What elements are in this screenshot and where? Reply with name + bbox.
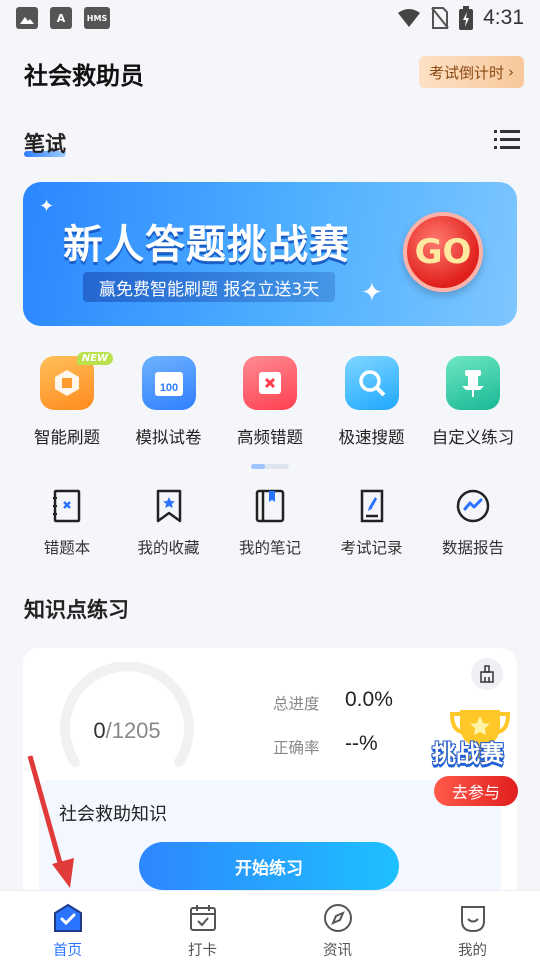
frequent-mistakes-icon xyxy=(243,356,297,410)
custom-practice-icon xyxy=(446,356,500,410)
progress-count: 0/1205 xyxy=(77,718,177,744)
tool-favorites[interactable]: 我的收藏 xyxy=(119,488,219,558)
chevron-right-icon: › xyxy=(508,63,514,81)
banner-title: 新人答题挑战赛 xyxy=(63,222,350,268)
section-title: 笔试 xyxy=(24,132,66,156)
data-report-icon xyxy=(456,489,490,523)
exam-countdown-button[interactable]: 考试倒计时 › xyxy=(418,56,524,88)
tool-label: 错题本 xyxy=(43,539,91,557)
feature-label: 高频错题 xyxy=(237,428,303,447)
tool-exam-record[interactable]: 考试记录 xyxy=(322,488,422,558)
tool-label: 考试记录 xyxy=(340,539,403,557)
go-button[interactable]: GO xyxy=(403,212,483,292)
mistake-book-icon xyxy=(53,489,81,523)
challenge-float[interactable]: 挑战赛 去参与 xyxy=(428,706,536,810)
tool-mistake-book[interactable]: 错题本 xyxy=(17,488,117,558)
tool-data-report[interactable]: 数据报告 xyxy=(423,488,523,558)
feature-frequent-mistakes[interactable]: 高频错题 xyxy=(220,356,320,448)
join-challenge-button[interactable]: 去参与 xyxy=(434,776,518,806)
status-bar: A HMS 4:31 xyxy=(0,0,540,36)
nav-news[interactable]: 资讯 xyxy=(288,903,388,960)
sparkle-icon: ✦ xyxy=(361,278,383,308)
nav-label: 打卡 xyxy=(188,943,217,959)
sparkle-icon: ✦ xyxy=(39,196,55,217)
banner-subtitle: 赢免费智能刷题 报名立送3天 xyxy=(83,272,336,302)
nav-label: 首页 xyxy=(53,943,82,959)
exam-countdown-label: 考试倒计时 xyxy=(428,63,504,82)
compass-icon xyxy=(323,904,352,932)
profile-icon xyxy=(460,906,485,933)
favorites-icon xyxy=(156,489,181,523)
bottom-nav: 首页 打卡 资讯 我的 xyxy=(0,890,540,960)
exam-record-icon xyxy=(360,489,383,523)
hms-icon: HMS xyxy=(84,7,110,29)
knowledge-section-title: 知识点练习 xyxy=(24,598,129,622)
home-icon xyxy=(53,903,82,932)
tool-row: 错题本 我的收藏 我的笔记 考试记录 数据报告 xyxy=(17,488,523,558)
notes-icon xyxy=(255,489,285,523)
feature-label: 模拟试卷 xyxy=(135,428,202,447)
nav-label: 资讯 xyxy=(323,943,352,959)
annotation-arrow xyxy=(27,755,74,888)
feature-mock-exam[interactable]: 100 模拟试卷 xyxy=(119,356,219,448)
feature-quick-search[interactable]: 极速搜题 xyxy=(322,356,422,448)
nav-label: 我的 xyxy=(458,943,487,959)
clear-progress-button[interactable] xyxy=(471,658,503,690)
tool-notes[interactable]: 我的笔记 xyxy=(220,488,320,558)
a-icon: A xyxy=(50,7,72,29)
tool-label: 我的收藏 xyxy=(137,539,200,557)
done-count: 0 xyxy=(93,718,106,743)
app-title: 社会救助员 xyxy=(24,62,144,90)
no-sim-icon xyxy=(431,7,449,29)
battery-icon xyxy=(459,6,474,30)
feature-row: NEW 智能刷题 100 模拟试卷 高频错题 极速搜题 自定义练习 xyxy=(17,352,523,448)
wifi-icon xyxy=(398,9,421,27)
start-practice-button[interactable]: 开始练习 xyxy=(139,842,399,890)
nav-checkin[interactable]: 打卡 xyxy=(153,903,253,960)
list-menu-icon[interactable] xyxy=(494,128,520,152)
nav-profile[interactable]: 我的 xyxy=(423,903,523,960)
challenge-title: 挑战赛 xyxy=(432,740,504,768)
mock-exam-icon: 100 xyxy=(141,356,196,410)
new-badge: NEW xyxy=(76,352,113,365)
feature-smart-practice[interactable]: NEW 智能刷题 xyxy=(17,352,117,448)
accuracy-label: 正确率 xyxy=(273,739,320,757)
challenge-banner[interactable]: ✦ ✦ 新人答题挑战赛 赢免费智能刷题 报名立送3天 GO xyxy=(23,182,517,326)
tool-label: 数据报告 xyxy=(441,539,504,557)
checkin-calendar-icon xyxy=(189,905,216,931)
feature-label: 智能刷题 xyxy=(34,428,100,447)
progress-label: 总进度 xyxy=(273,695,320,713)
feature-label: 自定义练习 xyxy=(431,428,515,447)
clock: 4:31 xyxy=(483,6,524,29)
nav-home[interactable]: 首页 xyxy=(18,903,118,960)
quick-search-icon xyxy=(344,356,399,410)
progress-value: 0.0% xyxy=(345,688,393,711)
tool-label: 我的笔记 xyxy=(238,539,301,557)
accuracy-value: --% xyxy=(345,732,378,755)
svg-text:100: 100 xyxy=(159,382,177,394)
broom-icon xyxy=(480,665,494,683)
image-icon xyxy=(16,7,38,29)
feature-custom-practice[interactable]: 自定义练习 xyxy=(423,356,523,448)
total-count: /1205 xyxy=(105,718,161,743)
page-indicator-active xyxy=(251,464,265,469)
feature-label: 极速搜题 xyxy=(338,428,405,447)
